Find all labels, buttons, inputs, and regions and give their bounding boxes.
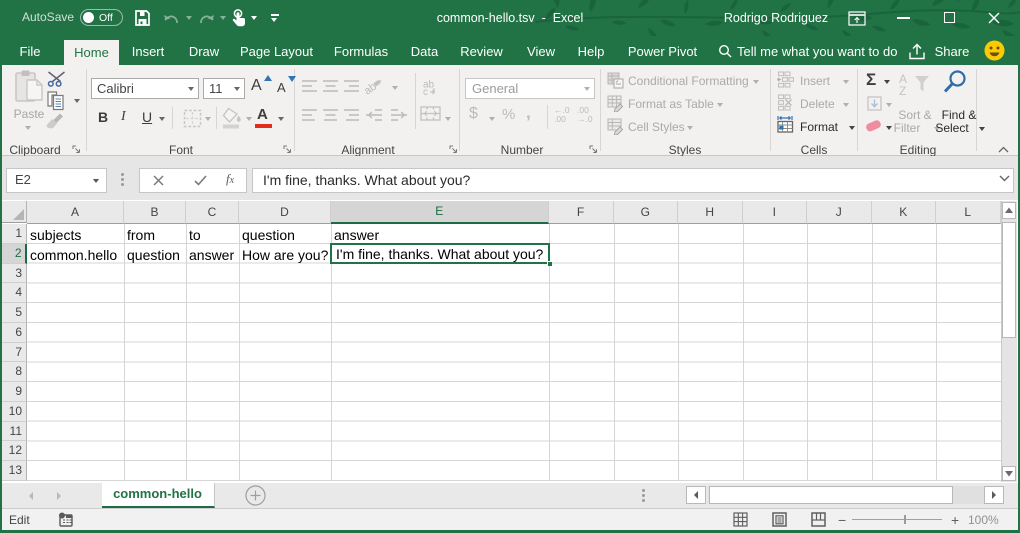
svg-text:Z: Z: [899, 84, 906, 97]
svg-text:c: c: [423, 87, 428, 98]
